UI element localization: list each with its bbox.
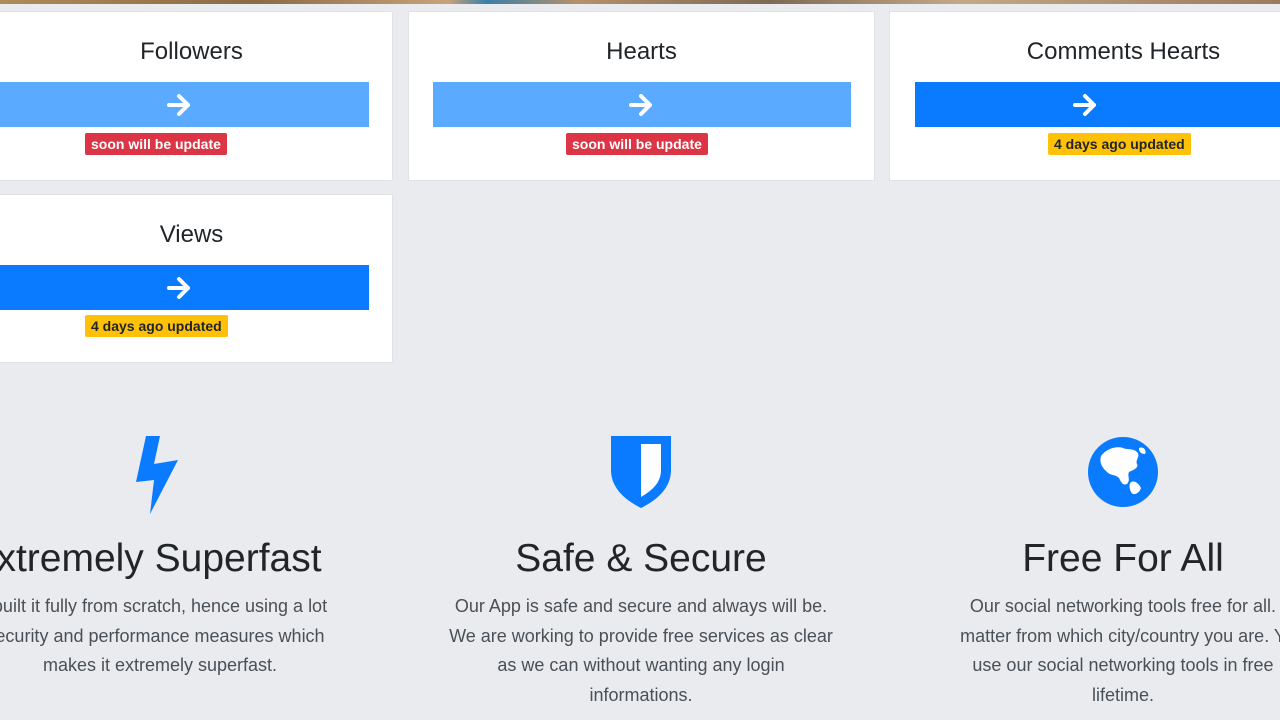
globe-icon [1088, 437, 1158, 507]
description-line: We are working to provide free services … [449, 625, 833, 646]
feature-description: Our social networking tools free for all… [900, 592, 1280, 710]
description-line: matter from which city/country you are. … [960, 625, 1280, 646]
description-line: makes it extremely superfast. [42, 655, 278, 675]
description-line: Our social networking tools free for all… [969, 596, 1277, 616]
feature-title: xtremely Superfast [0, 537, 322, 580]
lightning-icon [136, 436, 178, 514]
feature-safe-secure: Safe & Secure Our App is safe and secure… [401, 0, 881, 720]
description-line: Our App is safe and secure and always wi… [454, 596, 828, 616]
feature-free-for-all: Free For All Our social networking tools… [900, 0, 1280, 720]
feature-description: Our App is safe and secure and always wi… [401, 592, 881, 710]
feature-description: built it fully from scratch, hence using… [0, 592, 360, 681]
description-line: lifetime. [1091, 684, 1154, 705]
description-line: informations. [589, 684, 693, 705]
description-line: use our social networking tools in free [972, 655, 1274, 675]
feature-superfast: xtremely Superfast built it fully from s… [0, 0, 360, 720]
description-line: built it fully from scratch, hence using… [0, 596, 328, 616]
description-line: as we can without wanting any login [497, 655, 785, 675]
shield-icon [611, 436, 671, 508]
description-line: ecurity and performance measures which [0, 625, 325, 646]
feature-title: Free For All [1022, 537, 1224, 580]
feature-title: Safe & Secure [515, 537, 767, 580]
page: Followers soon will be update Hearts soo… [0, 0, 1280, 720]
